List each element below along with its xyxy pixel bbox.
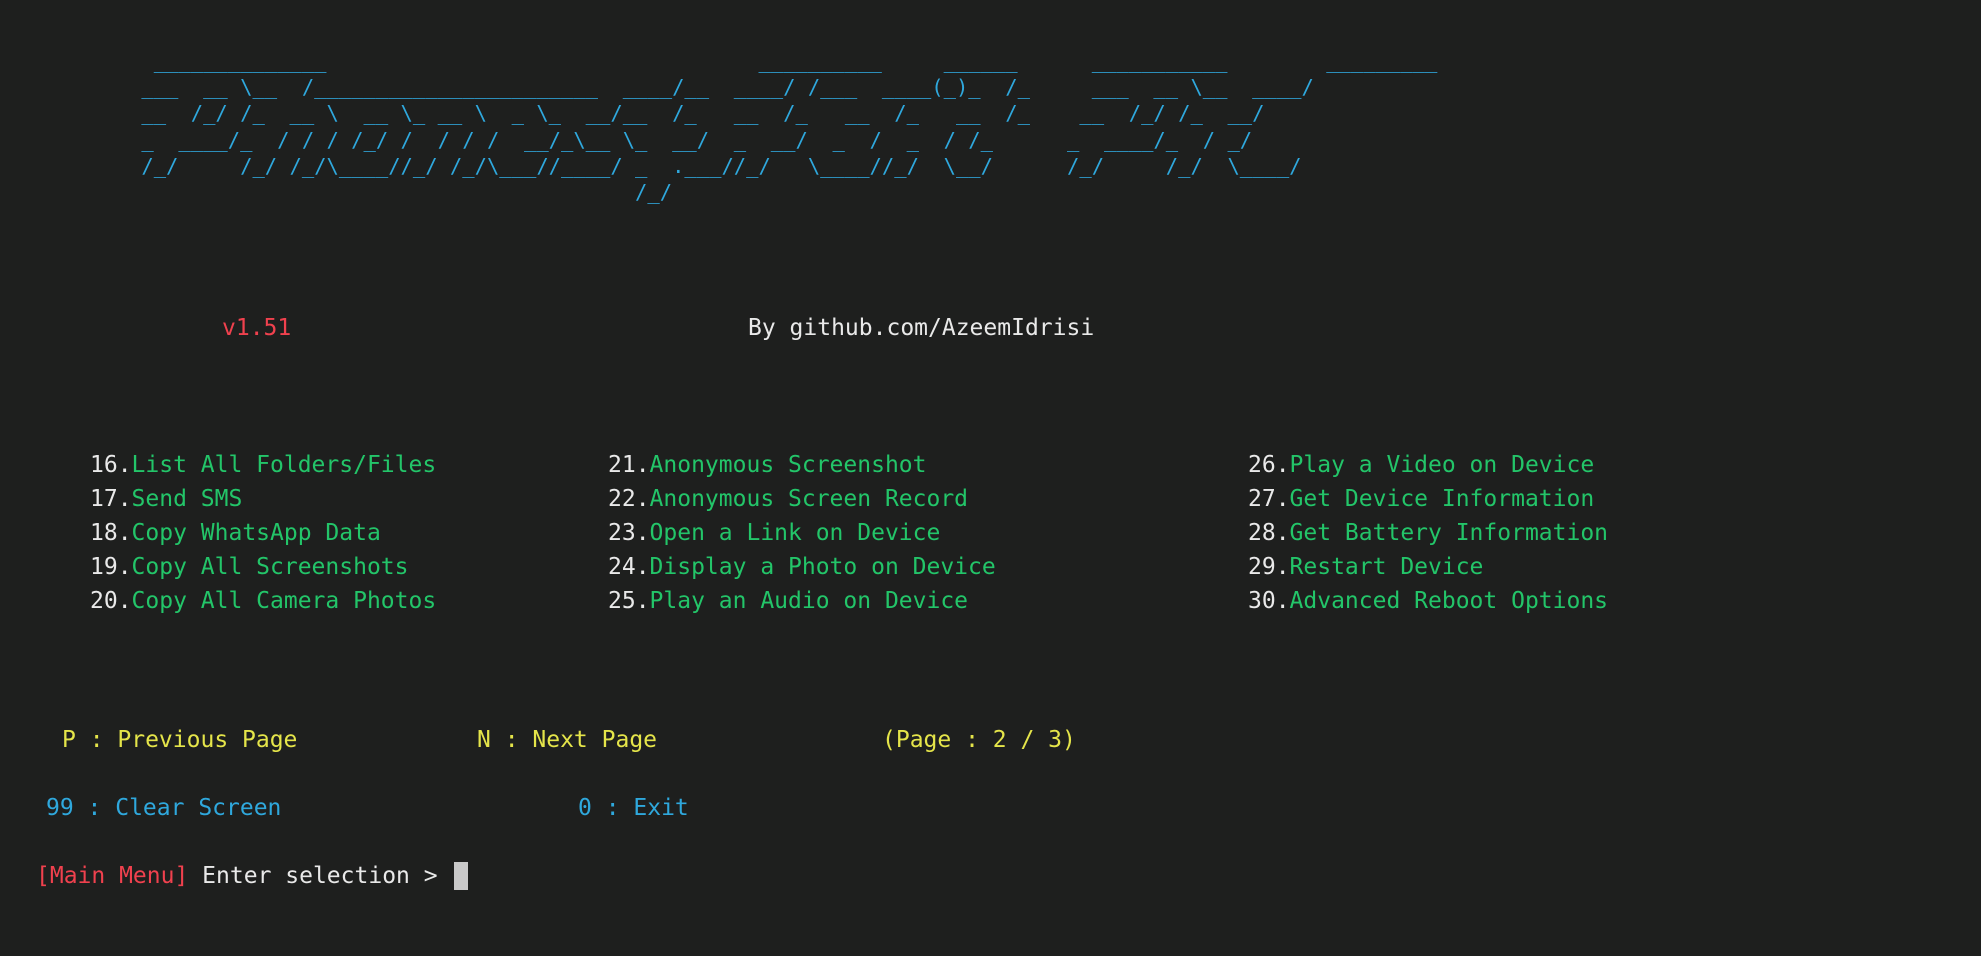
menu-item-number: 30. [1248,588,1290,614]
menu-item-number: 24. [608,554,650,580]
menu-column-2: 21.Anonymous Screenshot 22.Anonymous Scr… [608,448,996,618]
menu-item-19[interactable]: 19.Copy All Screenshots [90,550,436,584]
menu-item-label: Restart Device [1289,554,1484,580]
menu-item-label: List All Folders/Files [131,452,437,478]
menu-item-26[interactable]: 26.Play a Video on Device [1248,448,1608,482]
menu-column-1: 16.List All Folders/Files 17.Send SMS 18… [90,448,436,618]
prompt-message: Enter selection > [188,863,452,889]
version-label: v1.51 [222,315,292,341]
menu-item-number: 16. [90,452,132,478]
menu-item-label: Anonymous Screen Record [649,486,969,512]
menu-item-label: Display a Photo on Device [649,554,996,580]
menu-item-number: 19. [90,554,132,580]
menu-item-label: Open a Link on Device [649,520,941,546]
menu-item-number: 28. [1248,520,1290,546]
menu-item-21[interactable]: 21.Anonymous Screenshot [608,448,996,482]
menu-item-label: Copy WhatsApp Data [131,520,381,546]
menu-item-16[interactable]: 16.List All Folders/Files [90,448,436,482]
menu-item-number: 18. [90,520,132,546]
menu-item-29[interactable]: 29.Restart Device [1248,550,1608,584]
header-meta-row: v1.51 By github.com/AzeemIdrisi [0,313,1981,343]
menu-item-number: 25. [608,588,650,614]
menu-item-number: 27. [1248,486,1290,512]
menu-item-25[interactable]: 25.Play an Audio on Device [608,584,996,618]
menu-item-label: Play an Audio on Device [649,588,969,614]
text-cursor [454,862,469,890]
command-prompt[interactable]: [Main Menu] Enter selection > [36,859,469,893]
menu-item-24[interactable]: 24.Display a Photo on Device [608,550,996,584]
utility-row: 99 : Clear Screen 0 : Exit [0,791,1981,825]
menu-item-22[interactable]: 22.Anonymous Screen Record [608,482,996,516]
menu-column-3: 26.Play a Video on Device 27.Get Device … [1248,448,1608,618]
menu-item-label: Send SMS [131,486,243,512]
menu-item-number: 23. [608,520,650,546]
menu-item-number: 22. [608,486,650,512]
previous-page-option[interactable]: P : Previous Page [62,723,297,757]
menu-item-label: Get Battery Information [1289,520,1609,546]
next-page-option[interactable]: N : Next Page [477,723,657,757]
page-indicator: (Page : 2 / 3) [882,727,1076,753]
author-credit: By github.com/AzeemIdrisi [748,315,1095,341]
menu-item-label: Copy All Camera Photos [131,588,437,614]
menu-item-30[interactable]: 30.Advanced Reboot Options [1248,584,1608,618]
menu-item-number: 26. [1248,452,1290,478]
menu-item-number: 21. [608,452,650,478]
menu-item-17[interactable]: 17.Send SMS [90,482,436,516]
menu-item-label: Advanced Reboot Options [1289,588,1609,614]
menu-item-20[interactable]: 20.Copy All Camera Photos [90,584,436,618]
prompt-context-label: [Main Menu] [36,863,189,889]
menu-item-28[interactable]: 28.Get Battery Information [1248,516,1608,550]
menu-item-label: Copy All Screenshots [131,554,409,580]
menu-item-27[interactable]: 27.Get Device Information [1248,482,1608,516]
exit-option[interactable]: 0 : Exit [578,791,689,825]
menu-item-18[interactable]: 18.Copy WhatsApp Data [90,516,436,550]
ascii-art-banner: ______________ __________ ______ _______… [141,49,1438,205]
menu-item-label: Anonymous Screenshot [649,452,927,478]
menu-item-number: 29. [1248,554,1290,580]
menu-item-label: Get Device Information [1289,486,1595,512]
menu-item-number: 17. [90,486,132,512]
clear-screen-option[interactable]: 99 : Clear Screen [46,791,281,825]
terminal-window: ______________ __________ ______ _______… [0,0,1981,956]
pagination-row: P : Previous Page N : Next Page (Page : … [0,723,1981,757]
menu-item-number: 20. [90,588,132,614]
menu-item-label: Play a Video on Device [1289,452,1595,478]
menu-item-23[interactable]: 23.Open a Link on Device [608,516,996,550]
